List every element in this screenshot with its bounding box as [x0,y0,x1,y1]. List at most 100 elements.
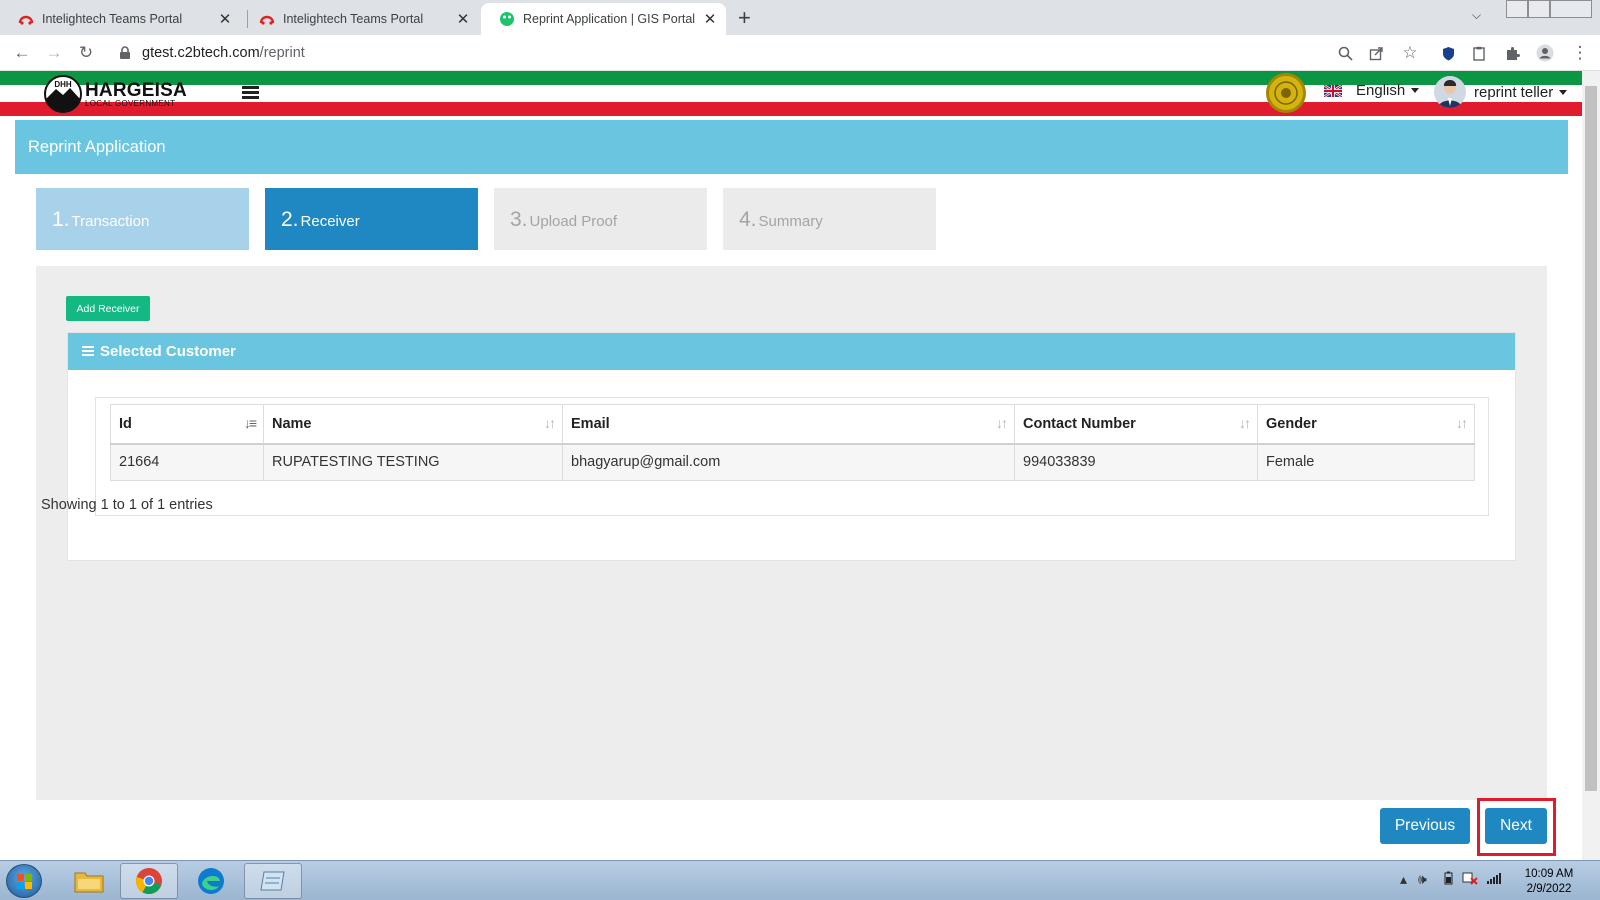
restore-window-button[interactable] [1528,0,1550,18]
tab-search-chevron-icon[interactable]: ⌵ [1472,8,1481,23]
wizard-step-summary[interactable]: 4. Summary [723,188,936,250]
hamburger-menu-icon[interactable] [242,86,259,100]
folder-icon [74,872,104,893]
column-header-email[interactable]: Email ↓↑ [562,404,1015,445]
step-number: 3. [510,208,528,231]
sort-icon: ↓↑ [1239,415,1251,431]
table-row[interactable]: 21664 RUPATESTING TESTING bhagyarup@gmai… [110,443,1475,481]
sort-ascending-icon: ↓≡ [243,415,257,431]
step-label: Transaction [71,213,150,230]
wizard-step-upload-proof[interactable]: 3. Upload Proof [494,188,707,250]
url-host: gtest.c2btech.com [142,45,260,61]
address-bar[interactable]: gtest.c2btech.com/reprint [110,38,1410,68]
network-warning-icon[interactable] [1462,871,1478,888]
taskbar-clock[interactable]: 10:09 AM 2/9/2022 [1514,867,1584,897]
sort-icon: ↓↑ [996,415,1008,431]
card-header: Selected Customer [68,333,1515,370]
user-menu[interactable]: reprint teller [1434,76,1568,108]
gis-portal-icon [500,12,514,26]
logo-badge-text: DHH [54,80,72,89]
forward-arrow-icon[interactable]: → [44,43,64,63]
windows-taskbar: ▴ 🕪 10:09 AM 2/9/2022 [0,860,1600,900]
wizard-step-transaction[interactable]: 1. Transaction [36,188,249,250]
sort-icon: ↓↑ [1456,415,1468,431]
cell-email: bhagyarup@gmail.com [562,443,1015,481]
table-info: Showing 1 to 1 of 1 entries [41,497,213,513]
browser-tab-3-active[interactable]: Reprint Application | GIS Portal ✕ [481,3,726,35]
add-receiver-button[interactable]: Add Receiver [66,296,150,321]
column-header-name[interactable]: Name ↓↑ [263,404,563,445]
back-arrow-icon[interactable]: ← [12,43,32,63]
customer-table: Id ↓≡ Name ↓↑ Email ↓↑ Contact Number ↓↑ Gen… [110,404,1475,481]
windows-logo-icon [17,874,32,889]
next-button-highlight-box [1477,798,1556,856]
chrome-taskbar-button[interactable] [120,863,178,899]
extensions-puzzle-icon[interactable] [1502,43,1522,63]
wizard-step-receiver[interactable]: 2. Receiver [265,188,478,250]
battery-icon[interactable] [1444,871,1453,888]
notes-taskbar-button[interactable] [244,863,302,899]
clock-time: 10:09 AM [1524,868,1574,880]
browser-tab-title: Intelightech Teams Portal [42,12,183,26]
cell-gender: Female [1257,443,1475,481]
new-tab-button[interactable]: + [738,5,751,31]
file-explorer-taskbar-button[interactable] [60,863,118,899]
step-number: 4. [739,208,757,231]
teams-portal-icon [259,15,275,25]
clipboard-icon[interactable] [1469,43,1489,63]
cell-name: RUPATESTING TESTING [263,443,563,481]
edge-taskbar-button[interactable] [182,863,240,899]
column-header-id[interactable]: Id ↓≡ [110,404,264,445]
app-header: DHH HARGEISA LOCAL GOVERNMENT English re… [0,71,1582,116]
close-tab-icon[interactable]: ✕ [700,10,720,28]
language-label: English [1356,82,1406,99]
browser-tab-1[interactable]: Intelightech Teams Portal ✕ [0,3,241,35]
list-icon [82,346,94,357]
column-header-contact-number[interactable]: Contact Number ↓↑ [1014,404,1258,445]
volume-icon[interactable]: 🕪 [1418,871,1427,888]
clock-date: 2/9/2022 [1526,883,1572,895]
browser-tab-title: Intelightech Teams Portal [283,12,424,26]
close-tab-icon[interactable]: ✕ [215,10,235,28]
start-button[interactable] [6,864,42,898]
lock-icon [120,46,130,59]
browser-tab-title: Reprint Application | GIS Portal [523,12,696,26]
url-path: /reprint [259,45,305,61]
reload-icon[interactable]: ↻ [76,43,96,63]
profile-icon[interactable] [1535,43,1555,63]
step-label: Upload Proof [529,213,618,230]
zoom-icon[interactable] [1335,43,1355,63]
close-window-button[interactable] [1550,0,1592,18]
close-tab-icon[interactable]: ✕ [453,10,473,28]
cell-id: 21664 [110,443,264,481]
browser-tab-bar: Intelightech Teams Portal ✕ Intelightech… [0,0,1600,35]
avatar [1434,76,1466,108]
browser-menu-icon[interactable]: ⋮ [1570,43,1590,63]
previous-button[interactable]: Previous [1380,808,1470,844]
extension-shield-icon[interactable] [1438,43,1458,63]
language-selector[interactable]: English [1324,82,1420,99]
page-title: Reprint Application [15,120,1568,174]
signal-bars-icon[interactable] [1486,871,1502,887]
logo-title: HARGEISA [85,79,187,101]
notepad-icon [260,871,285,891]
flag-stripe-red [0,102,1582,116]
column-header-gender[interactable]: Gender ↓↑ [1257,404,1475,445]
show-hidden-icons-icon[interactable]: ▴ [1400,871,1407,888]
chevron-down-icon [1559,89,1568,95]
cell-contact-number: 994033839 [1014,443,1258,481]
hargeisa-emblem-icon: DHH [44,75,82,113]
username-label: reprint teller [1474,83,1554,101]
hargeisa-logo[interactable]: DHH HARGEISA LOCAL GOVERNMENT [44,74,187,114]
table-header-row: Id ↓≡ Name ↓↑ Email ↓↑ Contact Number ↓↑ Gen… [110,404,1475,445]
minimize-window-button[interactable] [1506,0,1528,18]
browser-toolbar: ← → ↻ gtest.c2btech.com/reprint ☆ ⋮ [0,35,1600,71]
step-number: 1. [52,208,70,231]
share-icon[interactable] [1366,43,1386,63]
sort-icon: ↓↑ [544,415,556,431]
bookmark-star-icon[interactable]: ☆ [1400,43,1420,63]
url-text: gtest.c2btech.com/reprint [142,45,305,61]
browser-tab-2[interactable]: Intelightech Teams Portal ✕ [241,3,479,35]
step-label: Receiver [300,213,360,230]
scrollbar-thumb[interactable] [1585,86,1597,791]
